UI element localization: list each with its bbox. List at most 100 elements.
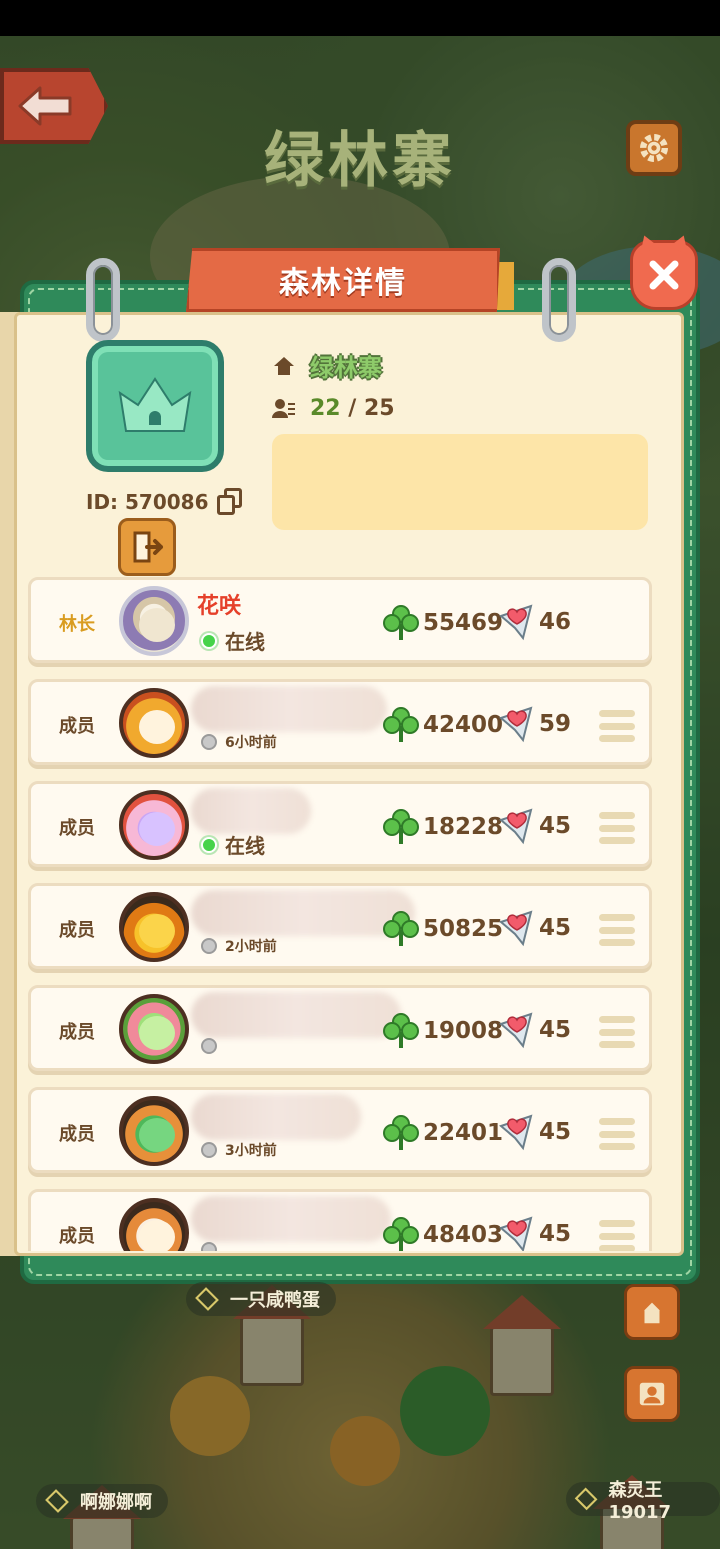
member-name-redacted bbox=[191, 890, 415, 936]
binder-ring bbox=[542, 258, 576, 342]
member-menu-icon[interactable] bbox=[599, 710, 635, 742]
member-row[interactable]: 成员 3小时前 22401 45 bbox=[28, 1087, 652, 1173]
online-dot-icon bbox=[201, 632, 217, 649]
like-score: 46 bbox=[497, 602, 571, 642]
like-score: 45 bbox=[497, 1010, 571, 1050]
avatar[interactable] bbox=[119, 790, 189, 860]
member-row-leader[interactable]: 林长 花咲 在线 55469 46 bbox=[28, 577, 652, 663]
member-role: 林长 bbox=[59, 614, 95, 635]
avatar[interactable] bbox=[119, 994, 189, 1064]
leave-forest-button[interactable] bbox=[118, 518, 176, 576]
member-row[interactable]: 成员 19008 45 bbox=[28, 985, 652, 1071]
player-marker-icon bbox=[45, 1489, 69, 1513]
member-menu-icon[interactable] bbox=[599, 1118, 635, 1150]
map-player-label[interactable]: 啊娜娜啊 bbox=[36, 1484, 168, 1518]
player-marker-icon bbox=[195, 1287, 219, 1311]
like-score: 45 bbox=[497, 1112, 571, 1152]
members-icon bbox=[272, 398, 295, 418]
clover-score: 42400 bbox=[383, 706, 503, 744]
copy-icon[interactable] bbox=[216, 488, 243, 516]
member-status-text: 6小时前 bbox=[225, 735, 277, 751]
title-ribbon: 森林详情 bbox=[186, 248, 500, 312]
member-status: 在线 bbox=[201, 830, 265, 859]
like-count: 45 bbox=[539, 1017, 572, 1043]
map-player-name: 森灵王19017 bbox=[608, 1479, 672, 1523]
clover-points: 42400 bbox=[423, 712, 504, 738]
member-status: 2小时前 bbox=[201, 936, 277, 956]
heart-icon bbox=[499, 1114, 533, 1151]
friends-button[interactable] bbox=[624, 1366, 680, 1422]
member-count: 22 / 25 bbox=[310, 396, 395, 421]
clover-points: 19008 bbox=[423, 1018, 504, 1044]
heart-icon bbox=[499, 1012, 533, 1049]
clover-icon bbox=[383, 605, 419, 640]
clover-icon bbox=[383, 1115, 419, 1150]
forest-announcement bbox=[272, 434, 648, 530]
avatar[interactable] bbox=[119, 892, 189, 962]
map-player-name: 啊娜娜啊 bbox=[80, 1492, 152, 1513]
like-count: 59 bbox=[539, 711, 572, 737]
member-row[interactable]: 成员 在线 18228 45 bbox=[28, 781, 652, 867]
member-name-redacted bbox=[191, 1094, 361, 1140]
clover-icon bbox=[383, 1013, 419, 1048]
member-menu-icon[interactable] bbox=[599, 812, 635, 844]
side-action-button[interactable] bbox=[624, 1284, 680, 1340]
clover-score: 18228 bbox=[383, 808, 503, 846]
like-score: 45 bbox=[497, 908, 571, 948]
clover-points: 18228 bbox=[423, 814, 504, 840]
clover-icon bbox=[383, 1217, 419, 1251]
panel-title: 森林详情 bbox=[279, 266, 407, 301]
like-count: 45 bbox=[539, 1119, 572, 1145]
clover-score: 48403 bbox=[383, 1216, 503, 1251]
map-title: 绿林寨 bbox=[264, 126, 456, 196]
clover-points: 55469 bbox=[423, 610, 504, 636]
like-count: 46 bbox=[539, 609, 572, 635]
member-menu-icon[interactable] bbox=[599, 914, 635, 946]
avatar[interactable] bbox=[119, 688, 189, 758]
member-role: 成员 bbox=[59, 920, 95, 941]
forest-emblem bbox=[86, 340, 224, 472]
offline-dot-icon bbox=[201, 1038, 217, 1054]
member-row[interactable]: 成员 6小时前 42400 59 bbox=[28, 679, 652, 765]
forest-id-text: ID: 570086 bbox=[86, 490, 209, 514]
member-list[interactable]: 林长 花咲 在线 55469 46 成员 6小时前 42400 59 成员 在线… bbox=[28, 577, 652, 1251]
avatar[interactable] bbox=[119, 1198, 189, 1251]
member-status bbox=[201, 1038, 225, 1054]
member-count-max: 25 bbox=[363, 396, 395, 421]
member-row[interactable]: 成员 48403 45 bbox=[28, 1189, 652, 1251]
like-score: 59 bbox=[497, 704, 571, 744]
profile-icon bbox=[639, 1382, 665, 1406]
forest-name: 绿林寨 bbox=[310, 354, 382, 382]
avatar[interactable] bbox=[119, 1096, 189, 1166]
member-role: 成员 bbox=[59, 1124, 95, 1145]
heart-icon bbox=[499, 604, 533, 641]
clover-icon bbox=[383, 809, 419, 844]
like-count: 45 bbox=[539, 915, 572, 941]
offline-dot-icon bbox=[201, 734, 217, 750]
like-count: 45 bbox=[539, 1221, 572, 1247]
clover-icon bbox=[383, 911, 419, 946]
member-role: 成员 bbox=[59, 1022, 95, 1043]
heart-icon bbox=[499, 808, 533, 845]
member-row[interactable]: 成员 2小时前 50825 45 bbox=[28, 883, 652, 969]
heart-icon bbox=[499, 910, 533, 947]
close-button[interactable] bbox=[630, 240, 698, 310]
member-menu-icon[interactable] bbox=[599, 1220, 635, 1251]
member-menu-icon[interactable] bbox=[599, 1016, 635, 1048]
avatar[interactable] bbox=[119, 586, 189, 656]
member-role: 成员 bbox=[59, 716, 95, 737]
map-player-label[interactable]: 一只咸鸭蛋 bbox=[186, 1282, 336, 1316]
clover-score: 22401 bbox=[383, 1114, 503, 1152]
member-role: 成员 bbox=[59, 818, 95, 839]
clover-score: 55469 bbox=[383, 604, 503, 642]
member-status: 在线 bbox=[201, 626, 265, 655]
clover-points: 22401 bbox=[423, 1120, 504, 1146]
clover-icon bbox=[383, 707, 419, 742]
map-player-label[interactable]: 森灵王19017 bbox=[566, 1480, 720, 1523]
member-name-redacted bbox=[191, 992, 401, 1038]
hand-icon bbox=[644, 1302, 660, 1324]
member-name-redacted bbox=[191, 686, 387, 732]
member-status-text: 3小时前 bbox=[225, 1143, 277, 1159]
settings-button[interactable] bbox=[626, 120, 682, 176]
member-count-row: 22 / 25 bbox=[272, 396, 395, 421]
